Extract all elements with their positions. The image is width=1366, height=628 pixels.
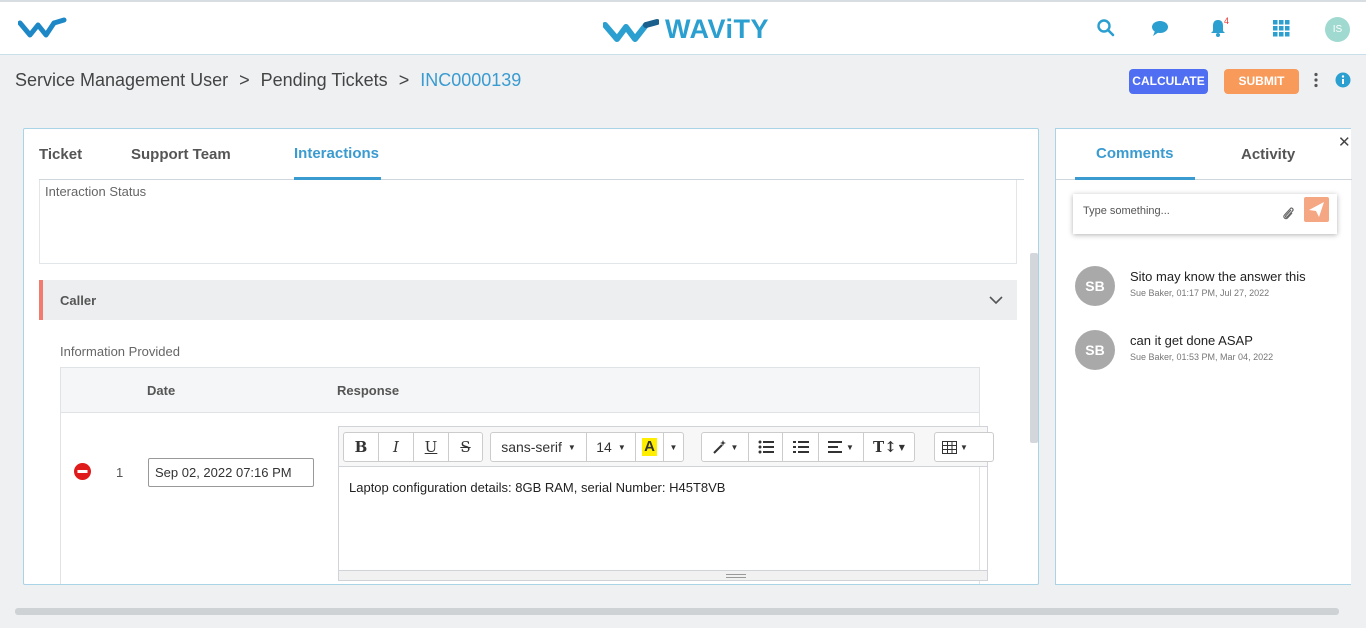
avatar: SB xyxy=(1075,266,1115,306)
style-group: ▼ ▼ T↕ ▼ xyxy=(701,432,915,462)
comment-composer xyxy=(1073,194,1337,234)
text-height-icon: T↕ xyxy=(873,438,897,456)
horizontal-scrollbar[interactable] xyxy=(15,608,1339,615)
submit-button[interactable]: SUBMIT xyxy=(1224,69,1299,94)
avatar: SB xyxy=(1075,330,1115,370)
ticket-tabs: Ticket Support Team Interactions xyxy=(39,129,1024,180)
editor-toolbar: B I U S sans-serif ▼ 14 ▼ A ▼ ▼ ▼ T↕ ▼ ▼ xyxy=(339,427,994,467)
highlight-color-button[interactable]: A xyxy=(636,433,664,461)
send-icon xyxy=(1309,202,1324,217)
caret-down-icon: ▼ xyxy=(669,442,678,452)
table-group: ▼ xyxy=(934,432,994,462)
numbered-list-icon xyxy=(792,441,809,453)
breadcrumb-current: INC0000139 xyxy=(420,70,522,90)
caret-down-icon: ▼ xyxy=(567,442,576,452)
active-side-tab-indicator xyxy=(1075,177,1195,180)
tab-comments[interactable]: Comments xyxy=(1096,145,1174,162)
chevron-down-icon[interactable] xyxy=(989,293,1003,307)
side-tabs: Comments Activity xyxy=(1056,129,1352,180)
caret-down-icon: ▼ xyxy=(898,442,905,452)
breadcrumb-item[interactable]: Pending Tickets xyxy=(261,70,388,91)
highlight-color-icon: A xyxy=(642,438,657,456)
font-size-value: 14 xyxy=(596,439,612,455)
column-header-date: Date xyxy=(147,383,176,398)
vertical-scrollbar[interactable] xyxy=(1030,253,1038,443)
numbered-list-button[interactable] xyxy=(783,433,819,461)
font-size-select[interactable]: 14 ▼ xyxy=(587,433,636,461)
caller-section-header[interactable]: Caller xyxy=(39,280,1017,320)
tab-interactions[interactable]: Interactions xyxy=(294,145,379,162)
breadcrumb: Service Management User > Pending Ticket… xyxy=(15,70,521,91)
information-table: Date Response 1 B I U S sans-serif ▼ xyxy=(60,367,994,584)
breadcrumb-separator: > xyxy=(239,70,250,90)
text-height-button[interactable]: T↕ ▼ xyxy=(864,433,914,461)
row-index: 1 xyxy=(116,465,124,480)
comment-meta: Sue Baker, 01:53 PM, Mar 04, 2022 xyxy=(1130,352,1274,362)
tab-activity[interactable]: Activity xyxy=(1241,146,1295,163)
ticket-card: Ticket Support Team Interactions Interac… xyxy=(23,128,1039,585)
color-dropdown-button[interactable]: ▼ xyxy=(664,433,683,461)
comment-text: can it get done ASAP xyxy=(1130,333,1253,348)
apps-grid-icon[interactable] xyxy=(1271,18,1291,38)
caret-down-icon: ▼ xyxy=(617,442,626,452)
caret-down-icon: ▼ xyxy=(730,442,739,452)
interaction-status-label: Interaction Status xyxy=(45,184,147,199)
column-header-response: Response xyxy=(337,383,400,398)
bold-button[interactable]: B xyxy=(344,433,379,461)
date-field[interactable] xyxy=(148,458,314,487)
brand-name: WAViTY xyxy=(665,14,770,44)
remove-row-icon[interactable] xyxy=(74,463,91,480)
text-style-group: B I U S xyxy=(343,432,483,462)
brand-logo[interactable]: WAViTY xyxy=(603,14,769,45)
attachment-icon[interactable] xyxy=(1281,205,1295,221)
logo-mark-icon[interactable] xyxy=(18,17,68,39)
caret-down-icon: ▼ xyxy=(960,442,968,452)
caret-down-icon: ▼ xyxy=(846,442,854,452)
response-text[interactable]: Laptop configuration details: 8GB RAM, s… xyxy=(349,480,725,495)
comment-text: Sito may know the answer this xyxy=(1130,269,1306,284)
underline-button[interactable]: U xyxy=(414,433,449,461)
insert-table-button[interactable]: ▼ xyxy=(935,433,975,461)
comment-meta: Sue Baker, 01:17 PM, Jul 27, 2022 xyxy=(1130,288,1270,298)
table-icon xyxy=(942,440,958,454)
align-button[interactable]: ▼ xyxy=(819,433,864,461)
chat-icon[interactable] xyxy=(1150,18,1170,38)
user-avatar[interactable]: IS xyxy=(1325,17,1350,42)
italic-button[interactable]: I xyxy=(379,433,414,461)
send-button[interactable] xyxy=(1304,197,1329,222)
close-icon[interactable]: ✕ xyxy=(1338,133,1351,151)
comments-panel: Comments Activity ✕ SB Sito may know the… xyxy=(1055,128,1352,585)
response-rich-text-editor[interactable]: B I U S sans-serif ▼ 14 ▼ A ▼ ▼ ▼ T↕ ▼ ▼… xyxy=(338,426,994,581)
align-left-icon xyxy=(828,441,843,453)
tab-ticket[interactable]: Ticket xyxy=(39,146,82,163)
interaction-status-box xyxy=(39,180,1017,264)
tab-support-team[interactable]: Support Team xyxy=(131,146,231,163)
notification-count: 4 xyxy=(1224,16,1230,26)
font-family-value: sans-serif xyxy=(501,439,562,455)
magic-wand-icon xyxy=(712,440,726,454)
brand-mark-icon xyxy=(603,18,659,42)
resize-grip-icon xyxy=(726,574,746,578)
breadcrumb-item[interactable]: Service Management User xyxy=(15,70,228,91)
bullet-list-button[interactable] xyxy=(749,433,783,461)
more-options-icon[interactable] xyxy=(1311,72,1321,88)
table-header: Date Response xyxy=(61,368,979,413)
information-provided-label: Information Provided xyxy=(60,344,180,359)
editor-resize-handle[interactable] xyxy=(339,570,987,580)
comment-input[interactable] xyxy=(1083,205,1263,217)
bullet-list-icon xyxy=(758,440,774,454)
magic-style-button[interactable]: ▼ xyxy=(702,433,749,461)
font-group: sans-serif ▼ 14 ▼ A ▼ xyxy=(490,432,684,462)
strikethrough-button[interactable]: S xyxy=(449,433,482,461)
top-navbar: WAViTY 4 IS xyxy=(0,0,1366,55)
breadcrumb-separator: > xyxy=(398,70,410,90)
search-icon[interactable] xyxy=(1096,18,1116,38)
calculate-button[interactable]: CALCULATE xyxy=(1129,69,1208,94)
font-family-select[interactable]: sans-serif ▼ xyxy=(491,433,587,461)
info-icon[interactable] xyxy=(1335,72,1351,88)
caller-section-title: Caller xyxy=(60,293,97,308)
